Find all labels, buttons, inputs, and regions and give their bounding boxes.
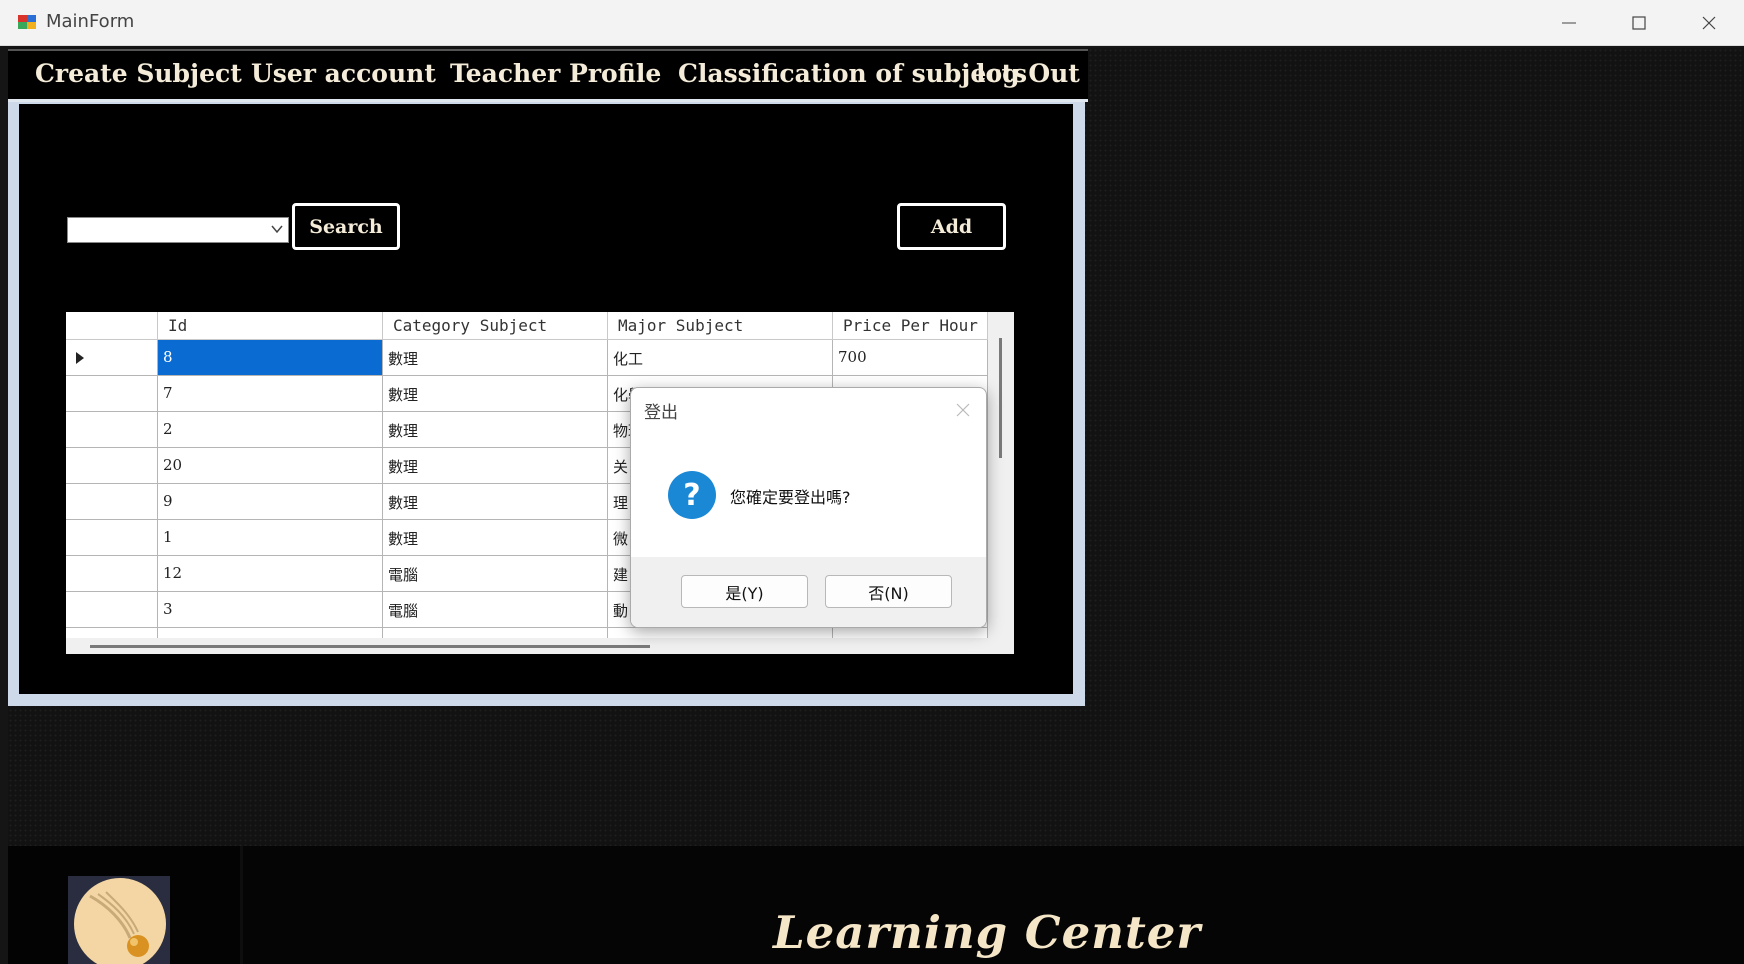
menu-teacher-profile[interactable]: Teacher Profile [450, 59, 661, 88]
yes-button[interactable]: 是(Y) [681, 575, 808, 608]
maximize-button[interactable] [1604, 0, 1674, 45]
close-icon [956, 403, 970, 417]
cell-id[interactable]: 12 [158, 556, 383, 592]
current-row-icon [76, 352, 84, 364]
cell-id[interactable]: 20 [158, 448, 383, 484]
dialog-message: 您確定要登出嗎? [730, 488, 851, 507]
menu-bar: Create Subject User account Teacher Prof… [8, 49, 1088, 102]
search-button[interactable]: Search [292, 203, 400, 250]
row-header[interactable] [66, 448, 158, 484]
cell-category[interactable]: 電腦 [383, 556, 608, 592]
menu-user-account[interactable]: User account [251, 59, 436, 88]
close-icon [1702, 16, 1716, 29]
window-titlebar: MainForm [0, 0, 1744, 46]
cell-category[interactable]: 數理 [383, 376, 608, 412]
no-button[interactable]: 否(N) [825, 575, 952, 608]
cell-category[interactable]: 數理 [383, 340, 608, 376]
cell-price[interactable]: 700 [833, 340, 988, 376]
menu-create-subject[interactable]: Create Subject [35, 59, 242, 88]
row-header[interactable] [66, 412, 158, 448]
cell-id[interactable]: 9 [158, 484, 383, 520]
search-button-label: Search [309, 215, 383, 238]
row-header[interactable] [66, 556, 158, 592]
cell-category[interactable]: 數理 [383, 520, 608, 556]
app-icon [17, 12, 37, 32]
vertical-scroll-thumb[interactable] [999, 338, 1002, 458]
cell-id[interactable]: 3 [158, 592, 383, 628]
table-row[interactable]: 8 數理 化工 700 [66, 340, 988, 376]
dialog-title: 登出 [644, 403, 678, 423]
logo-image [68, 876, 170, 964]
footer-logo-panel [8, 846, 243, 964]
cell-id[interactable]: 8 [158, 340, 383, 376]
add-button-label: Add [930, 215, 973, 238]
cell-category[interactable]: 數理 [383, 484, 608, 520]
chevron-down-icon [271, 225, 283, 234]
close-window-button[interactable] [1674, 0, 1744, 45]
menu-classification[interactable]: Classification of subjects [678, 59, 1027, 88]
category-combobox[interactable] [67, 217, 289, 243]
minimize-icon [1562, 22, 1576, 23]
yes-button-label: 是(Y) [725, 583, 764, 603]
column-header-major[interactable]: Major Subject [608, 312, 833, 340]
grid-vertical-scrollbar[interactable] [988, 312, 1014, 654]
cell-category[interactable]: 數理 [383, 412, 608, 448]
cell-category[interactable]: 電腦 [383, 592, 608, 628]
row-header[interactable] [66, 484, 158, 520]
row-header[interactable] [66, 376, 158, 412]
row-header-corner [66, 312, 158, 340]
cell-id[interactable]: 7 [158, 376, 383, 412]
row-header[interactable] [66, 520, 158, 556]
brand-title: Learning Center [773, 906, 1202, 959]
menu-logout[interactable]: log Out [976, 59, 1080, 88]
maximize-icon [1632, 15, 1646, 30]
cell-category[interactable]: 數理 [383, 448, 608, 484]
footer-panel: Learning Center [8, 846, 1744, 964]
cell-major[interactable]: 化工 [608, 340, 833, 376]
add-button[interactable]: Add [897, 203, 1006, 250]
column-header-id[interactable]: Id [158, 312, 383, 340]
row-header[interactable] [66, 340, 158, 376]
row-header[interactable] [66, 592, 158, 628]
question-icon: ? [668, 471, 716, 519]
no-button-label: 否(N) [868, 583, 909, 603]
window-title: MainForm [46, 11, 135, 32]
cell-id[interactable]: 2 [158, 412, 383, 448]
column-header-category[interactable]: Category Subject [383, 312, 608, 340]
logout-dialog: 登出 ? 您確定要登出嗎? 是(Y) 否(N) [630, 387, 987, 628]
dialog-close-button[interactable] [956, 402, 970, 421]
horizontal-scroll-thumb[interactable] [90, 645, 650, 648]
grid-horizontal-scrollbar[interactable] [66, 638, 1014, 654]
column-header-price[interactable]: Price Per Hour [833, 312, 988, 340]
minimize-button[interactable] [1534, 0, 1604, 45]
cell-id[interactable]: 1 [158, 520, 383, 556]
